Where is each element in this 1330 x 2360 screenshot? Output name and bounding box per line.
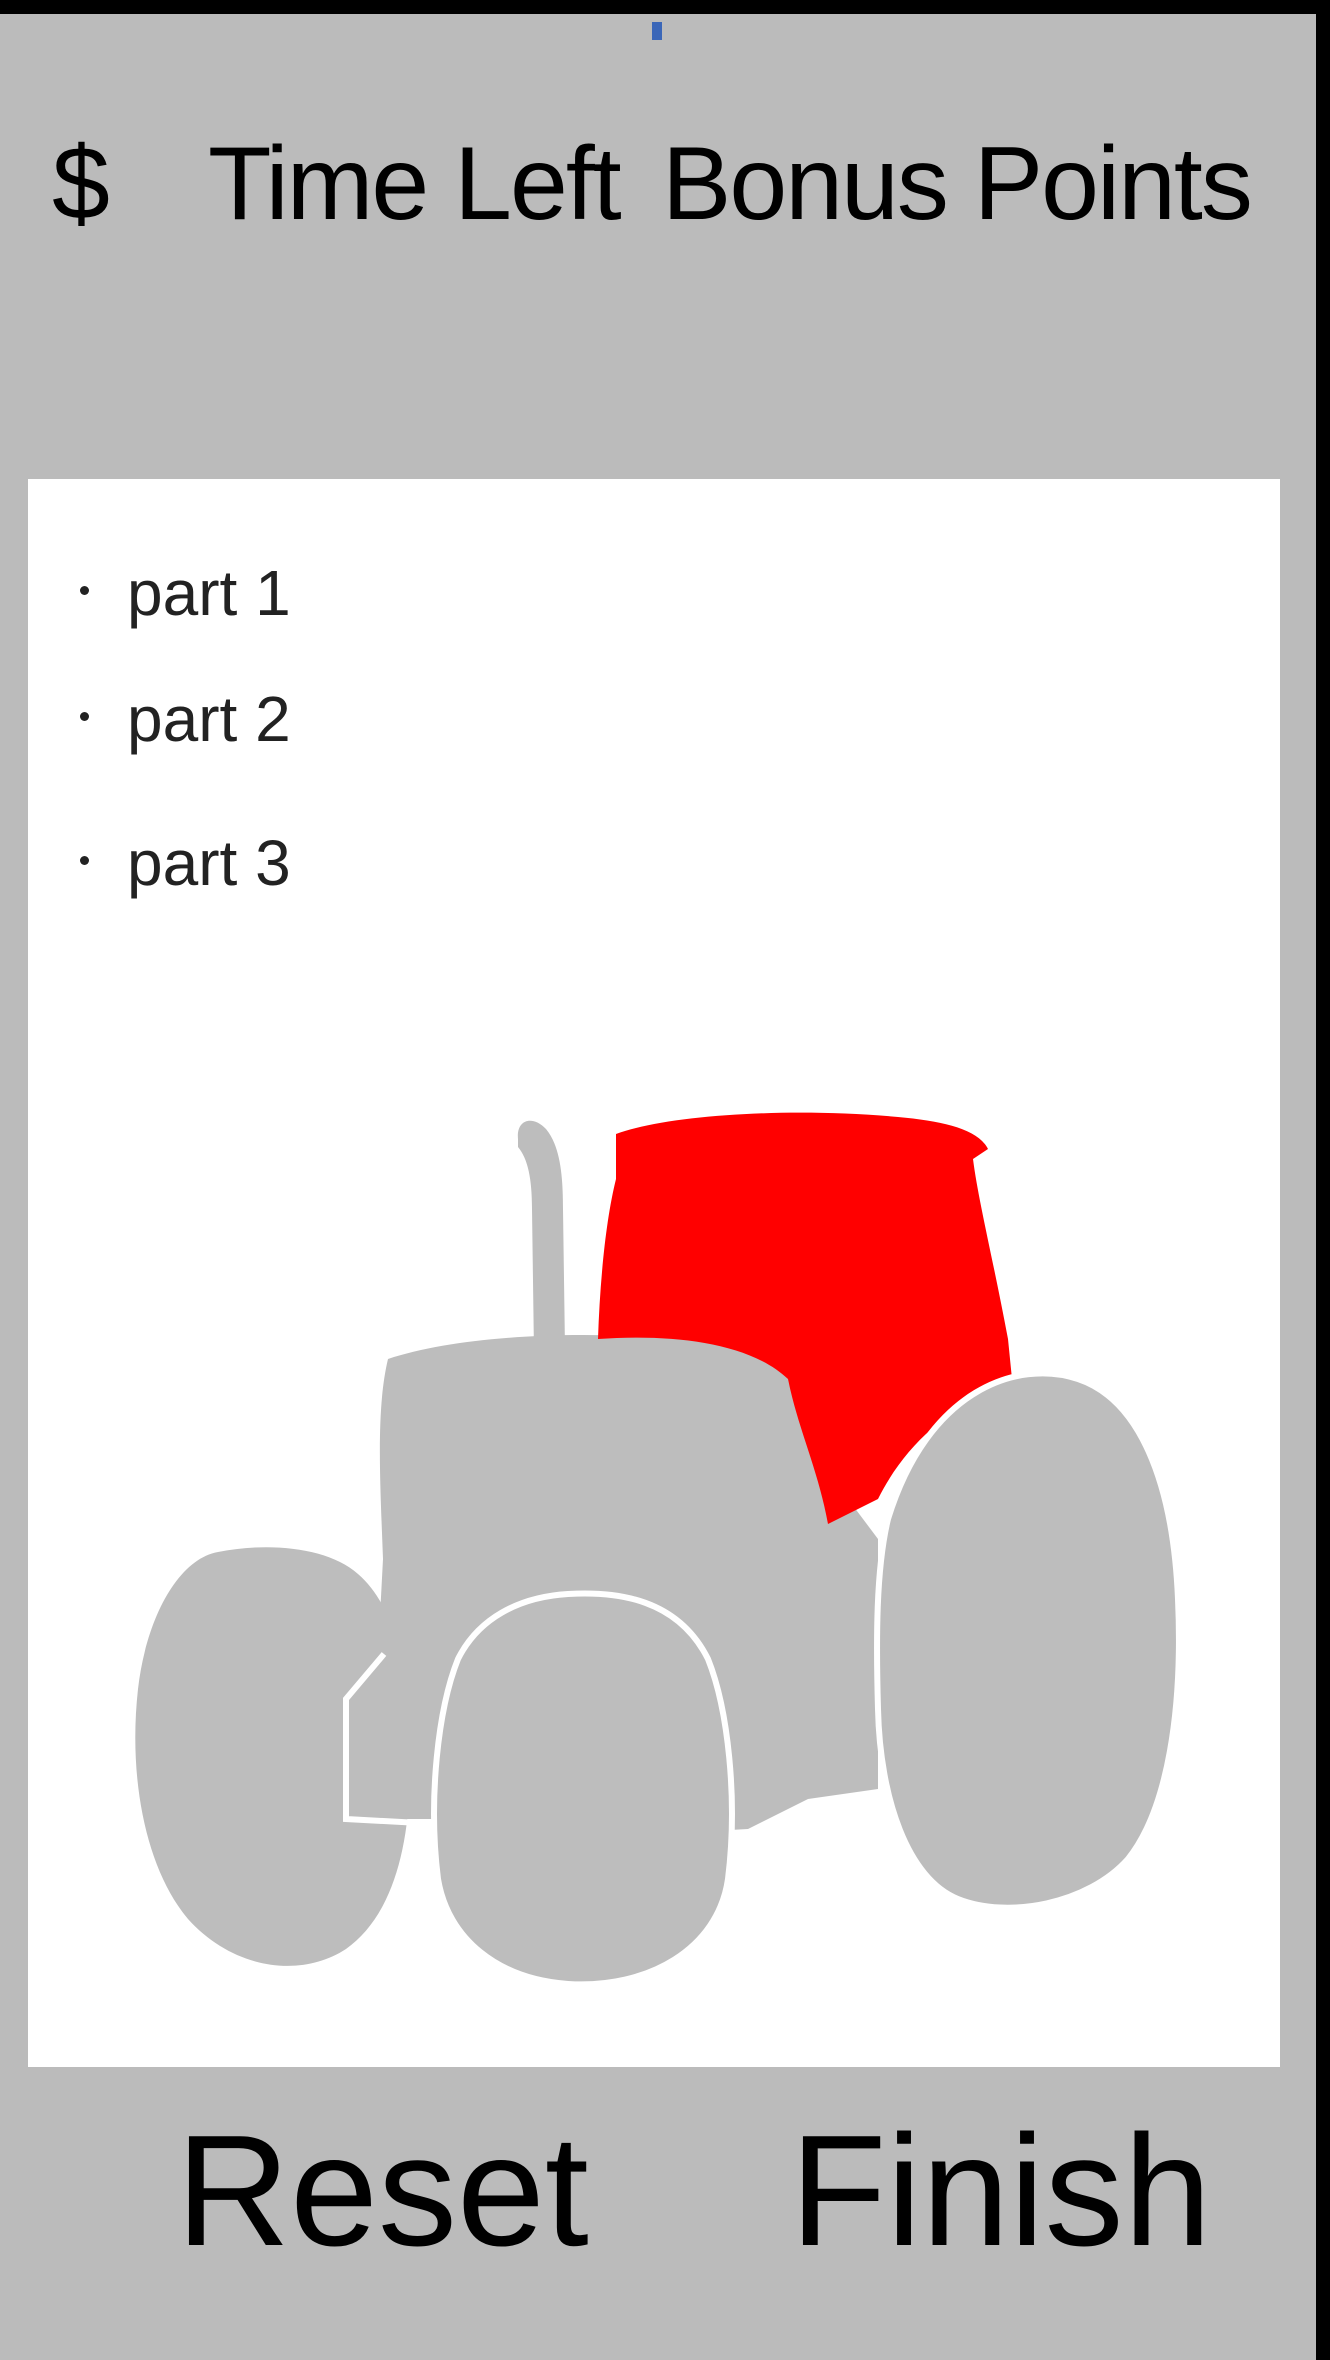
hud-header: $ Time Left Bonus Points — [0, 14, 1316, 474]
tractor-panel: part 1 part 2 part 3 — [28, 479, 1280, 2067]
bonus-points-label: Bonus Points — [662, 126, 1253, 242]
app-frame: $ Time Left Bonus Points part 1 part 2 p… — [0, 0, 1330, 2360]
tractor-right-wheel[interactable] — [874, 1370, 1182, 1911]
reset-button[interactable]: Reset — [176, 2112, 589, 2270]
tractor-exhaust[interactable] — [517, 1120, 565, 1353]
tractor-front-wheel[interactable] — [431, 1590, 735, 1988]
tractor-illustration — [135, 1112, 1182, 1988]
finish-button[interactable]: Finish — [790, 2112, 1211, 2270]
time-left-label: Time Left — [208, 126, 622, 242]
money-label: $ — [52, 126, 110, 242]
